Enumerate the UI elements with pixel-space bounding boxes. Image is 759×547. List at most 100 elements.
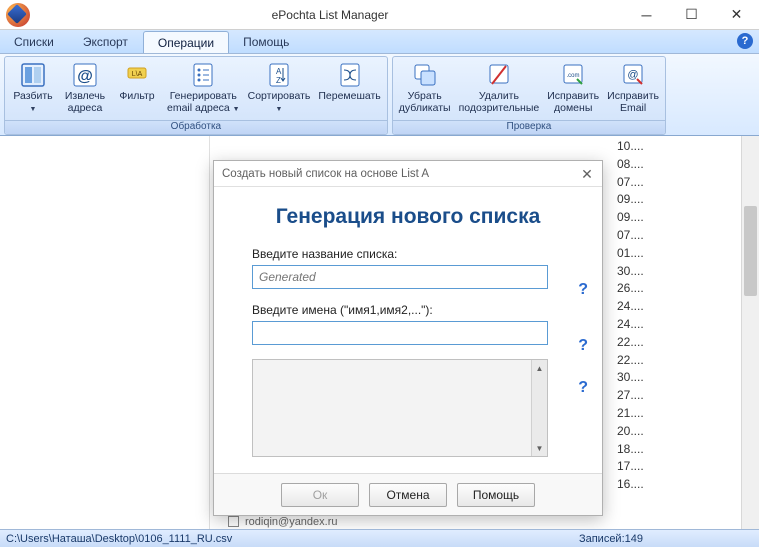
- title-bar: ePochta List Manager ─ ☐ ✕: [0, 0, 759, 30]
- date-cell: 30....: [617, 369, 737, 387]
- left-panel: [0, 136, 210, 529]
- date-cell: 30....: [617, 263, 737, 281]
- help-icon[interactable]: ?: [578, 337, 588, 355]
- dialog-heading: Генерация нового списка: [252, 205, 564, 229]
- status-records: Записей:149: [579, 533, 643, 545]
- split-button[interactable]: Разбить ▼: [7, 59, 59, 116]
- generate-button[interactable]: Генерировать email адреса ▼: [163, 59, 244, 116]
- date-cell: 26....: [617, 280, 737, 298]
- date-cell: 24....: [617, 298, 737, 316]
- svg-text:@: @: [77, 68, 93, 85]
- menu-export[interactable]: Экспорт: [69, 30, 143, 53]
- svg-text:.com: .com: [567, 73, 580, 79]
- dialog-footer: Ок Отмена Помощь: [214, 473, 602, 515]
- dropdown-arrow-icon: ▼: [233, 106, 240, 113]
- minimize-button[interactable]: ─: [624, 0, 669, 30]
- svg-text:L\A: L\A: [132, 71, 143, 78]
- extract-label: Извлечь адреса: [65, 90, 105, 114]
- textarea-scrollbar[interactable]: ▲ ▼: [531, 360, 547, 456]
- split-label: Разбить: [13, 90, 52, 102]
- ok-button[interactable]: Ок: [281, 483, 359, 507]
- help-button[interactable]: Помощь: [457, 483, 535, 507]
- names-input[interactable]: [252, 321, 548, 345]
- date-cell: 07....: [617, 227, 737, 245]
- date-cell: 09....: [617, 209, 737, 227]
- sort-icon: AZ: [265, 61, 293, 89]
- suspicious-label: Удалить подозрительные: [459, 90, 540, 114]
- menu-lists[interactable]: Списки: [0, 30, 69, 53]
- group-caption-processing: Обработка: [5, 120, 387, 134]
- remove-duplicates-button[interactable]: Убрать дубликаты: [395, 59, 455, 116]
- filter-icon: L\A: [123, 61, 151, 89]
- date-cell: 24....: [617, 316, 737, 334]
- sort-button[interactable]: AZ Сортировать ▼: [244, 59, 315, 116]
- domains-icon: .com: [559, 61, 587, 89]
- menu-bar: Списки Экспорт Операции Помощь ?: [0, 30, 759, 54]
- fix-domains-button[interactable]: .com Исправить домены: [543, 59, 603, 116]
- status-bar: C:\Users\Наташа\Desktop\0106_1111_RU.csv…: [0, 529, 759, 547]
- extract-button[interactable]: @ Извлечь адреса: [59, 59, 111, 116]
- vertical-scrollbar[interactable]: [741, 136, 759, 529]
- preview-textarea[interactable]: ▲ ▼: [252, 359, 548, 457]
- date-column: 10....08....07....09....09....07....01..…: [617, 136, 737, 529]
- remove-suspicious-button[interactable]: Удалить подозрительные: [455, 59, 544, 116]
- duplicates-icon: [411, 61, 439, 89]
- row-checkbox[interactable]: [228, 516, 239, 527]
- shuffle-icon: [336, 61, 364, 89]
- group-caption-check: Проверка: [393, 120, 665, 134]
- date-cell: 22....: [617, 334, 737, 352]
- window-controls: ─ ☐ ✕: [624, 0, 759, 30]
- scroll-thumb[interactable]: [744, 206, 757, 296]
- svg-text:A: A: [276, 67, 282, 76]
- date-cell: 10....: [617, 138, 737, 156]
- date-cell: 27....: [617, 387, 737, 405]
- generate-list-dialog: Создать новый список на основе List A ✕ …: [213, 160, 603, 516]
- filter-button[interactable]: L\A Фильтр: [111, 59, 163, 104]
- generate-label: Генерировать email адреса: [167, 90, 237, 114]
- date-cell: 08....: [617, 156, 737, 174]
- date-cell: 22....: [617, 352, 737, 370]
- help-icon[interactable]: ?: [737, 33, 753, 49]
- grid-row-peek: rodiqin@yandex.ru: [214, 514, 611, 529]
- date-cell: 18....: [617, 441, 737, 459]
- scroll-up-icon[interactable]: ▲: [532, 360, 547, 376]
- scroll-down-icon[interactable]: ▼: [532, 440, 547, 456]
- menu-help[interactable]: Помощь: [229, 30, 304, 53]
- window-title: ePochta List Manager: [36, 8, 624, 22]
- fix-email-button[interactable]: @ Исправить Email: [603, 59, 663, 116]
- split-icon: [19, 61, 47, 89]
- date-cell: 07....: [617, 174, 737, 192]
- generate-icon: [189, 61, 217, 89]
- list-name-label: Введите название списка:: [252, 247, 564, 261]
- help-icon[interactable]: ?: [578, 281, 588, 299]
- date-cell: 17....: [617, 458, 737, 476]
- maximize-button[interactable]: ☐: [669, 0, 714, 30]
- row-email: rodiqin@yandex.ru: [245, 516, 338, 528]
- dropdown-arrow-icon: ▼: [276, 106, 283, 113]
- date-cell: 01....: [617, 245, 737, 263]
- app-icon: [6, 3, 30, 27]
- close-button[interactable]: ✕: [714, 0, 759, 30]
- dialog-close-icon[interactable]: ✕: [578, 165, 596, 183]
- menu-operations[interactable]: Операции: [143, 31, 229, 53]
- at-icon: @: [71, 61, 99, 89]
- date-cell: 21....: [617, 405, 737, 423]
- cancel-button[interactable]: Отмена: [369, 483, 447, 507]
- names-label: Введите имена ("имя1,имя2,..."):: [252, 303, 564, 317]
- date-cell: 16....: [617, 476, 737, 494]
- svg-text:Z: Z: [276, 76, 281, 85]
- shuffle-button[interactable]: Перемешать: [314, 59, 384, 104]
- ribbon-group-processing: Разбить ▼ @ Извлечь адреса L\A Фильтр Ген…: [4, 56, 388, 135]
- status-path: C:\Users\Наташа\Desktop\0106_1111_RU.csv: [6, 533, 232, 545]
- shuffle-label: Перемешать: [318, 90, 380, 102]
- dropdown-arrow-icon: ▼: [30, 106, 37, 113]
- filter-label: Фильтр: [119, 90, 154, 102]
- dialog-title: Создать новый список на основе List A: [214, 161, 602, 187]
- ribbon-group-check: Убрать дубликаты Удалить подозрительные …: [392, 56, 666, 135]
- list-name-input[interactable]: [252, 265, 548, 289]
- sort-label: Сортировать: [248, 90, 311, 102]
- help-icon[interactable]: ?: [578, 379, 588, 397]
- date-cell: 09....: [617, 191, 737, 209]
- date-cell: 20....: [617, 423, 737, 441]
- ribbon-toolbar: Разбить ▼ @ Извлечь адреса L\A Фильтр Ген…: [0, 54, 759, 136]
